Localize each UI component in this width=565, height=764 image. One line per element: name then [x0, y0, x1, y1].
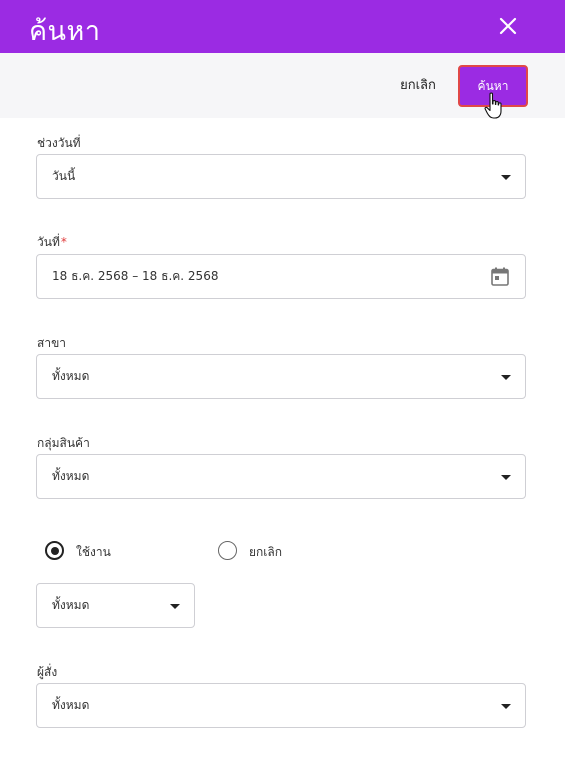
orderer-value: ทั้งหมด [52, 698, 90, 712]
date-range-text: 18 ธ.ค. 2568 – 18 ธ.ค. 2568 [52, 269, 219, 283]
close-button[interactable] [494, 12, 522, 40]
required-mark: * [60, 235, 67, 249]
status-value: ทั้งหมด [52, 598, 90, 612]
date-label: วันที่* [37, 235, 67, 249]
date-range-value: วันนี้ [52, 169, 76, 183]
status-select[interactable]: ทั้งหมด [36, 583, 195, 628]
radio-unchecked-icon [218, 541, 237, 560]
chevron-down-icon [501, 704, 511, 709]
product-group-select[interactable]: ทั้งหมด [36, 454, 526, 499]
date-range-field[interactable]: 18 ธ.ค. 2568 – 18 ธ.ค. 2568 [36, 254, 526, 299]
calendar-icon[interactable] [491, 267, 509, 286]
branch-value: ทั้งหมด [52, 369, 90, 383]
cancel-button[interactable]: ยกเลิก [392, 73, 444, 99]
date-range-label: ช่วงวันที่ [37, 136, 81, 150]
close-icon [499, 17, 517, 35]
branch-select[interactable]: ทั้งหมด [36, 354, 526, 399]
radio-checked-icon [45, 541, 64, 560]
chevron-down-icon [501, 475, 511, 480]
product-group-label: กลุ่มสินค้า [37, 436, 90, 450]
orderer-select[interactable]: ทั้งหมด [36, 683, 526, 728]
status-radio-cancelled-label: ยกเลิก [249, 545, 283, 559]
chevron-down-icon [501, 175, 511, 180]
chevron-down-icon [501, 375, 511, 380]
search-button[interactable]: ค้นหา [458, 65, 528, 107]
orderer-label: ผู้สั่ง [37, 665, 58, 679]
date-range-select[interactable]: วันนี้ [36, 154, 526, 199]
action-toolbar: ยกเลิก ค้นหา [0, 53, 565, 118]
product-group-value: ทั้งหมด [52, 469, 90, 483]
dialog-header: ค้นหา [0, 0, 565, 53]
status-radio-active-label: ใช้งาน [76, 545, 111, 559]
dialog-title: ค้นหา [29, 16, 101, 47]
branch-label: สาขา [37, 336, 67, 350]
chevron-down-icon [170, 604, 180, 609]
